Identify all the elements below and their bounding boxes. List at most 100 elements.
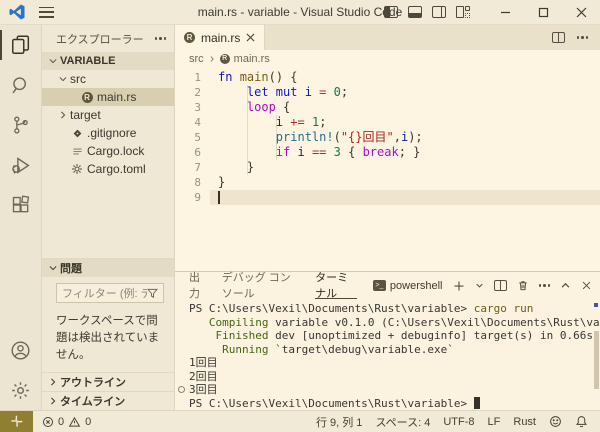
- tree-item-main-rs[interactable]: Rmain.rs: [42, 88, 174, 106]
- sidebar-title: エクスプローラー: [56, 31, 144, 47]
- extensions-icon[interactable]: [0, 185, 42, 225]
- token: ; }: [399, 145, 421, 159]
- tree-item--gitignore[interactable]: .gitignore: [42, 124, 174, 142]
- terminal-text: 3回目: [189, 383, 218, 396]
- toggle-secondary-sidebar-icon[interactable]: [432, 6, 446, 18]
- chevron-down-icon: [56, 74, 70, 84]
- terminal-line: Compiling variable v0.1.0 (C:\Users\Vexi…: [189, 316, 592, 330]
- cursor-position[interactable]: 行 9, 列 1: [316, 414, 362, 430]
- token: [218, 100, 247, 114]
- kill-terminal-icon[interactable]: [517, 279, 529, 292]
- maximize-button[interactable]: [524, 0, 562, 25]
- command-decoration-icon[interactable]: [178, 386, 185, 393]
- code-line-2: 2 let mut i = 0;: [175, 85, 600, 100]
- rust-file-icon: R: [82, 92, 93, 103]
- token: i: [276, 115, 283, 129]
- token: i: [297, 145, 304, 159]
- customize-layout-icon[interactable]: [456, 6, 470, 18]
- code-line-4: 4 i += 1;: [175, 115, 600, 130]
- line-number: 2: [175, 86, 210, 99]
- explorer-more-actions-icon[interactable]: [155, 37, 167, 40]
- toggle-panel-icon[interactable]: [408, 6, 422, 18]
- token: );: [408, 130, 422, 144]
- activity-bar: [0, 25, 42, 410]
- terminal-text: Compiling: [209, 316, 269, 329]
- token: {: [341, 145, 363, 159]
- tree-item-label: .gitignore: [87, 126, 136, 140]
- maximize-panel-icon[interactable]: [560, 280, 571, 291]
- timeline-section-header[interactable]: タイムライン: [42, 391, 174, 410]
- eol-sequence[interactable]: LF: [488, 416, 501, 428]
- token: loop: [247, 100, 276, 114]
- terminal-line: 3回目: [189, 383, 592, 397]
- token: [326, 145, 333, 159]
- tree-item-label: target: [70, 108, 101, 122]
- token: ;: [319, 115, 326, 129]
- settings-gear-icon[interactable]: [0, 370, 42, 410]
- editor-more-actions-icon[interactable]: [577, 36, 589, 39]
- terminal[interactable]: PS C:\Users\Vexil\Documents\Rust\variabl…: [175, 299, 600, 410]
- account-icon[interactable]: [0, 330, 42, 370]
- feedback-icon[interactable]: [549, 415, 562, 428]
- terminal-line: Finished dev [unoptimized + debuginfo] t…: [189, 329, 592, 343]
- token: [218, 145, 276, 159]
- code-editor[interactable]: 1fn main() {2 let mut i = 0;3 loop {4 i …: [175, 68, 600, 271]
- run-and-debug-icon[interactable]: [0, 145, 42, 185]
- panel-tab-2[interactable]: ターミナル: [315, 272, 357, 299]
- timeline-title: タイムライン: [60, 393, 125, 409]
- search-icon[interactable]: [0, 65, 42, 105]
- menu-icon[interactable]: [39, 7, 54, 18]
- indentation[interactable]: スペース: 4: [375, 414, 430, 430]
- chevron-right-icon: [208, 55, 216, 63]
- breadcrumb-src[interactable]: src: [189, 53, 204, 65]
- terminal-text: PS C:\Users\Vexil\Documents\Rust\variabl…: [189, 302, 474, 315]
- toggle-sidebar-icon[interactable]: [384, 6, 398, 18]
- tree-item-cargo-lock[interactable]: Cargo.lock: [42, 142, 174, 160]
- tab-close-icon[interactable]: [246, 33, 255, 42]
- breadcrumb[interactable]: src R main.rs: [175, 50, 600, 68]
- minimize-button[interactable]: [486, 0, 524, 25]
- tree-item-label: Cargo.toml: [87, 162, 146, 176]
- source-control-icon[interactable]: [0, 105, 42, 145]
- tree-item-src[interactable]: src: [42, 70, 174, 88]
- close-panel-icon[interactable]: [581, 280, 592, 291]
- tree-item-cargo-toml[interactable]: Cargo.toml: [42, 160, 174, 178]
- notifications-bell-icon[interactable]: [575, 415, 588, 428]
- remote-indicator[interactable]: [0, 411, 33, 432]
- breadcrumb-file[interactable]: main.rs: [234, 53, 270, 65]
- panel-more-actions-icon[interactable]: [539, 284, 551, 287]
- panel-tab-1[interactable]: デバッグ コンソール: [222, 272, 299, 299]
- terminal-text: [189, 316, 209, 329]
- outline-section-header[interactable]: アウトライン: [42, 372, 174, 391]
- panel-tab-0[interactable]: 出力: [189, 272, 206, 299]
- error-count: 0: [58, 416, 64, 428]
- problems-empty-message: ワークスペースで問題は検出されていません。: [56, 313, 164, 364]
- code-text: let mut i = 0;: [210, 85, 600, 100]
- rust-file-icon: R: [220, 54, 230, 64]
- tab-main-rs[interactable]: R main.rs: [175, 25, 265, 50]
- powershell-icon: >_: [373, 280, 386, 291]
- terminal-scrollbar[interactable]: [594, 331, 599, 389]
- token: ==: [312, 145, 326, 159]
- close-window-button[interactable]: [562, 0, 600, 25]
- language-mode[interactable]: Rust: [513, 416, 536, 428]
- new-terminal-icon[interactable]: [453, 280, 465, 292]
- encoding[interactable]: UTF-8: [443, 416, 474, 428]
- problems-status[interactable]: 0 0: [42, 416, 91, 428]
- explorer-icon[interactable]: [0, 25, 42, 65]
- launch-profile-chevron-icon[interactable]: [475, 281, 484, 290]
- code-text: if i == 3 { break; }: [210, 145, 600, 160]
- problems-filter-input[interactable]: フィルター (例: テキ...: [56, 283, 164, 303]
- terminal-line: 2回目: [189, 370, 592, 384]
- split-editor-icon[interactable]: [552, 32, 565, 43]
- terminal-profile-chip[interactable]: >_ powershell: [373, 280, 443, 292]
- token: ;: [341, 85, 348, 99]
- split-terminal-icon[interactable]: [494, 280, 507, 291]
- problems-section-header[interactable]: 問題: [42, 258, 174, 277]
- tree-item-variable[interactable]: VARIABLE: [42, 52, 174, 70]
- line-number: 9: [175, 191, 210, 204]
- token: break: [363, 145, 399, 159]
- tree-item-target[interactable]: target: [42, 106, 174, 124]
- chevron-right-icon: [56, 110, 70, 120]
- vscode-window: main.rs - variable - Visual Studio Code: [0, 0, 600, 432]
